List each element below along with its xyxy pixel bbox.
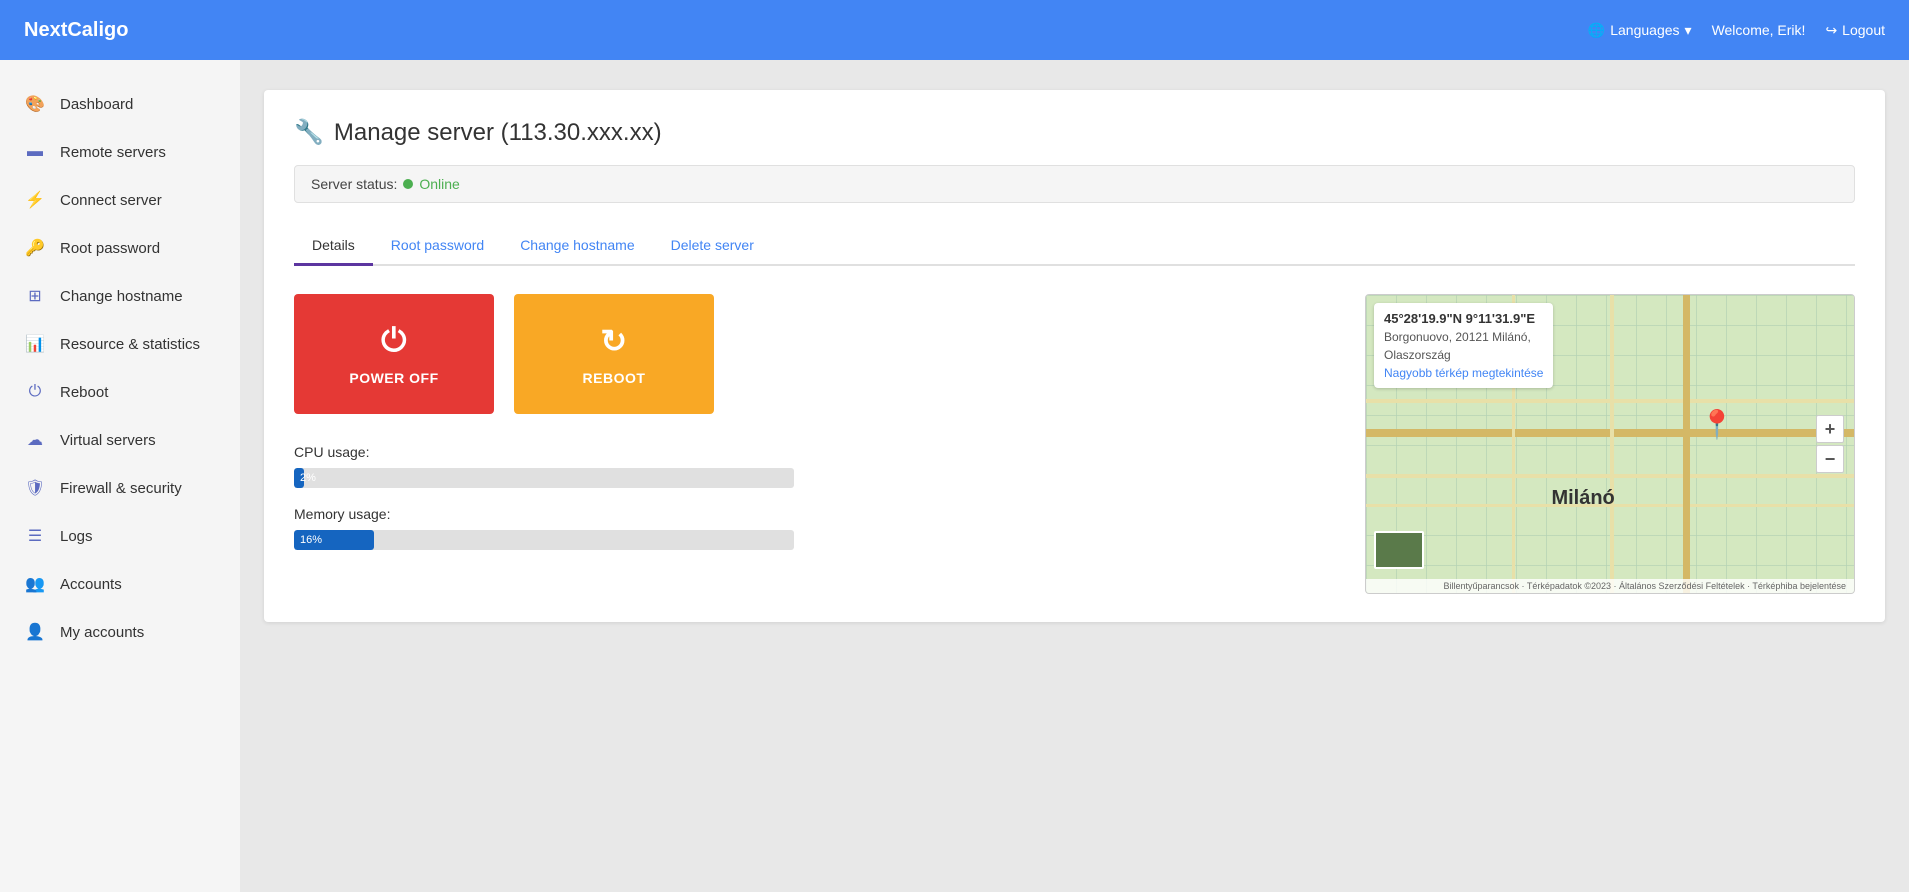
- sidebar-label-firewall-security: Firewall & security: [60, 480, 182, 497]
- zoom-in-button[interactable]: +: [1816, 415, 1844, 443]
- logout-button[interactable]: ↪ Logout: [1825, 22, 1885, 39]
- sidebar-item-my-accounts[interactable]: 👤 My accounts: [0, 608, 240, 656]
- header: NextCaligo 🌐 Languages ▾ Welcome, Erik! …: [0, 0, 1909, 60]
- memory-progress-fill: 16%: [294, 530, 374, 550]
- tab-bar: Details Root password Change hostname De…: [294, 227, 1855, 266]
- sidebar-item-connect-server[interactable]: ⚡ Connect server: [0, 176, 240, 224]
- sidebar-label-root-password: Root password: [60, 240, 160, 257]
- app-logo: NextCaligo: [24, 19, 128, 42]
- logs-icon: ☰: [24, 525, 46, 547]
- map-larger-link[interactable]: Nagyobb térkép megtekintése: [1384, 366, 1543, 380]
- map-zoom-controls: + −: [1816, 415, 1844, 473]
- memory-progress-bar: 16%: [294, 530, 794, 550]
- action-buttons: ⏻ POWER OFF ↻ REBOOT: [294, 294, 1335, 414]
- sidebar-label-accounts: Accounts: [60, 576, 122, 593]
- reboot-icon: ⏻: [24, 381, 46, 403]
- main-content: 🔧 Manage server (113.30.xxx.xx) Server s…: [240, 60, 1909, 892]
- sidebar-item-resource-statistics[interactable]: 📊 Resource & statistics: [0, 320, 240, 368]
- my-accounts-icon: 👤: [24, 621, 46, 643]
- map-address-line1: Borgonuovo, 20121 Milánó,: [1384, 330, 1543, 344]
- reboot-button[interactable]: ↻ REBOOT: [514, 294, 714, 414]
- resource-statistics-icon: 📊: [24, 333, 46, 355]
- tab-details[interactable]: Details: [294, 227, 373, 266]
- sidebar-label-connect-server: Connect server: [60, 192, 162, 209]
- logout-icon: ↪: [1825, 22, 1837, 39]
- sidebar-item-virtual-servers[interactable]: ☁ Virtual servers: [0, 416, 240, 464]
- sidebar-item-change-hostname[interactable]: ⊞ Change hostname: [0, 272, 240, 320]
- map-info-box: 45°28'19.9"N 9°11'31.9"E Borgonuovo, 201…: [1374, 303, 1553, 388]
- welcome-text: Welcome, Erik!: [1712, 22, 1806, 38]
- chevron-down-icon: ▾: [1685, 22, 1692, 39]
- memory-value: 16%: [300, 534, 322, 546]
- tab-change-hostname[interactable]: Change hostname: [502, 227, 652, 266]
- map-address-line2: Olaszország: [1384, 348, 1543, 362]
- sidebar-item-logs[interactable]: ☰ Logs: [0, 512, 240, 560]
- header-actions: 🌐 Languages ▾ Welcome, Erik! ↪ Logout: [1588, 22, 1885, 39]
- map-footer: Billentyűparancsok · Térképadatok ©2023 …: [1366, 579, 1854, 593]
- sidebar-item-remote-servers[interactable]: ▬ Remote servers: [0, 128, 240, 176]
- page-layout: 🎨 Dashboard ▬ Remote servers ⚡ Connect s…: [0, 60, 1909, 892]
- memory-usage-label: Memory usage:: [294, 506, 794, 522]
- language-icon: 🌐: [1588, 22, 1605, 39]
- sidebar-label-resource-statistics: Resource & statistics: [60, 336, 200, 353]
- sidebar-item-root-password[interactable]: 🔑 Root password: [0, 224, 240, 272]
- map-container: 45°28'19.9"N 9°11'31.9"E Borgonuovo, 201…: [1365, 294, 1855, 594]
- map-satellite-thumb[interactable]: [1374, 531, 1424, 569]
- map-coordinates: 45°28'19.9"N 9°11'31.9"E: [1384, 311, 1543, 326]
- status-text: Online: [419, 176, 459, 192]
- sidebar-label-remote-servers: Remote servers: [60, 144, 166, 161]
- details-tab-content: ⏻ POWER OFF ↻ REBOOT CPU usage:: [294, 294, 1855, 594]
- sidebar-label-dashboard: Dashboard: [60, 96, 133, 113]
- sidebar-label-change-hostname: Change hostname: [60, 288, 183, 305]
- map-column: 45°28'19.9"N 9°11'31.9"E Borgonuovo, 201…: [1365, 294, 1855, 594]
- poweroff-button[interactable]: ⏻ POWER OFF: [294, 294, 494, 414]
- cpu-progress-bar: 2%: [294, 468, 794, 488]
- change-hostname-icon: ⊞: [24, 285, 46, 307]
- cpu-value: 2%: [300, 472, 316, 484]
- remote-servers-icon: ▬: [24, 141, 46, 163]
- sidebar-item-firewall-security[interactable]: 🛡 Firewall & security: [0, 464, 240, 512]
- status-indicator: [403, 179, 413, 189]
- accounts-icon: 👥: [24, 573, 46, 595]
- cpu-progress-fill: 2%: [294, 468, 304, 488]
- sidebar-item-dashboard[interactable]: 🎨 Dashboard: [0, 80, 240, 128]
- sidebar-item-accounts[interactable]: 👥 Accounts: [0, 560, 240, 608]
- cpu-usage-label: CPU usage:: [294, 444, 794, 460]
- firewall-security-icon: 🛡: [24, 477, 46, 499]
- page-title: 🔧 Manage server (113.30.xxx.xx): [294, 118, 1855, 147]
- map-pin: 📍: [1700, 408, 1735, 441]
- status-label: Server status:: [311, 176, 397, 192]
- zoom-out-button[interactable]: −: [1816, 445, 1844, 473]
- sidebar-label-my-accounts: My accounts: [60, 624, 144, 641]
- content-card: 🔧 Manage server (113.30.xxx.xx) Server s…: [264, 90, 1885, 622]
- tab-root-password[interactable]: Root password: [373, 227, 502, 266]
- sidebar-label-virtual-servers: Virtual servers: [60, 432, 156, 449]
- sidebar-label-reboot: Reboot: [60, 384, 108, 401]
- sidebar-label-logs: Logs: [60, 528, 93, 545]
- left-column: ⏻ POWER OFF ↻ REBOOT CPU usage:: [294, 294, 1335, 568]
- manage-server-icon: 🔧: [294, 118, 324, 147]
- connect-server-icon: ⚡: [24, 189, 46, 211]
- status-bar: Server status: Online: [294, 165, 1855, 203]
- root-password-icon: 🔑: [24, 237, 46, 259]
- virtual-servers-icon: ☁: [24, 429, 46, 451]
- dashboard-icon: 🎨: [24, 93, 46, 115]
- languages-button[interactable]: 🌐 Languages ▾: [1588, 22, 1692, 39]
- tab-delete-server[interactable]: Delete server: [653, 227, 772, 266]
- sidebar-item-reboot[interactable]: ⏻ Reboot: [0, 368, 240, 416]
- sidebar: 🎨 Dashboard ▬ Remote servers ⚡ Connect s…: [0, 60, 240, 892]
- reboot-btn-icon: ↻: [600, 322, 627, 360]
- cpu-usage-section: CPU usage: 2%: [294, 444, 794, 488]
- memory-usage-section: Memory usage: 16%: [294, 506, 794, 550]
- poweroff-icon: ⏻: [381, 322, 407, 360]
